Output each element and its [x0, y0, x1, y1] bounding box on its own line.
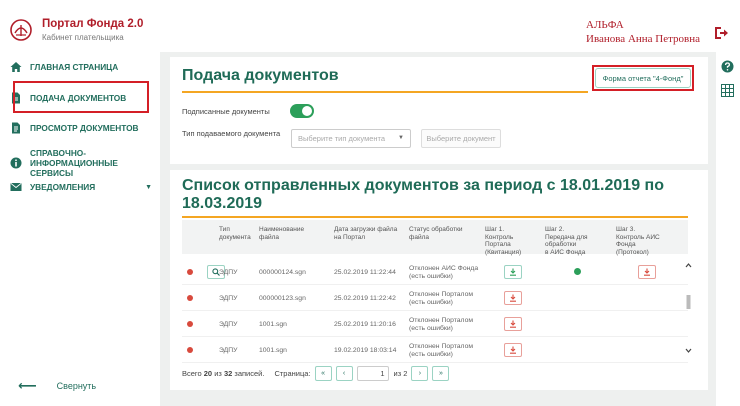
table-row[interactable]: ЭДПУ 1001.sgn 19.02.2019 18:03:14 Отклон…	[182, 337, 688, 363]
arrow-left-icon: ⟵	[18, 378, 37, 393]
cell-upload-date: 19.02.2019 18:03:14	[334, 347, 397, 354]
sidebar-item-notifications[interactable]: УВЕДОМЛЕНИЯ ▼	[10, 174, 158, 200]
chevron-down-icon: ▼	[398, 135, 404, 141]
column-header-step2: Шаг 2. Передача для обработки в АИС Фонда	[545, 226, 588, 256]
download-icon	[644, 268, 650, 276]
sidebar-item-view-documents[interactable]: ПРОСМОТР ДОКУМЕНТОВ	[10, 115, 158, 141]
download-receipt-button[interactable]	[504, 317, 522, 331]
signed-documents-label: Подписанные документы	[182, 107, 270, 116]
download-icon	[510, 294, 516, 302]
page-title: Подача документов	[182, 67, 339, 84]
info-icon	[10, 157, 22, 169]
logout-icon[interactable]	[713, 25, 729, 41]
pager-records: записей.	[234, 368, 265, 378]
sent-documents-panel: Список отправленных документов за период…	[170, 170, 708, 390]
pager-shown: 20	[203, 368, 213, 378]
header: Портал Фонда 2.0 Кабинет плательщика АЛЬ…	[0, 0, 740, 52]
pager-of: из	[214, 368, 222, 378]
cell-status: Отклонен Порталом (есть ошибки)	[409, 291, 474, 306]
cell-file-name: 000000124.sgn	[259, 269, 306, 276]
column-header-type: Тип документа	[219, 226, 251, 241]
first-page-button[interactable]: «	[314, 365, 332, 381]
choose-document-button[interactable]: Выберите документ	[421, 129, 501, 148]
highlight-frame-nav	[13, 81, 149, 113]
title-underline	[182, 216, 688, 218]
table-row[interactable]: ЭДПУ 1001.sgn 25.02.2019 11:20:16 Отклон…	[182, 311, 688, 337]
status-dot	[187, 269, 193, 275]
status-dot	[187, 347, 193, 353]
sidebar-item-label: УВЕДОМЛЕНИЯ	[30, 182, 96, 192]
download-icon	[510, 346, 516, 354]
document-view-icon	[12, 122, 20, 134]
help-icon[interactable]	[721, 60, 734, 73]
check-icon	[574, 268, 581, 275]
right-rail	[716, 52, 740, 406]
cell-type: ЭДПУ	[219, 269, 238, 276]
cell-type: ЭДПУ	[219, 321, 238, 328]
table-row[interactable]: ЭДПУ 000000123.sgn 25.02.2019 11:22:42 О…	[182, 285, 688, 311]
pagination: Всего 20 из 32 записей. Страница: « ‹ 1 …	[182, 364, 582, 382]
cell-status: Отклонен Порталом (есть ошибки)	[409, 317, 474, 332]
organization-name: АЛЬФА	[586, 19, 624, 31]
pager-of-pages: из 2	[393, 368, 408, 378]
download-receipt-button[interactable]	[504, 291, 522, 305]
table-scrollbar[interactable]	[685, 262, 692, 354]
brand-title: Портал Фонда 2.0	[42, 18, 144, 30]
home-icon	[10, 62, 22, 72]
sidebar-item-label: ГЛАВНАЯ СТРАНИЦА	[30, 62, 119, 72]
column-header-upload-date: Дата загрузки файла на Портал	[334, 226, 398, 241]
last-page-button[interactable]: »	[432, 365, 450, 381]
download-receipt-button[interactable]	[504, 265, 522, 279]
column-header-step3: Шаг 3. Контроль АИС Фонда (Протокол)	[616, 226, 660, 256]
document-type-label: Тип подаваемого документа	[182, 129, 281, 138]
signed-documents-toggle[interactable]	[290, 104, 314, 118]
document-type-placeholder: Выберите тип документа	[298, 134, 386, 143]
download-receipt-button[interactable]	[504, 343, 522, 357]
submit-documents-panel: Подача документов Форма отчета "4-Фонд" …	[170, 57, 708, 164]
prev-page-button[interactable]: ‹	[335, 365, 353, 381]
sidebar-item-label: ПРОСМОТР ДОКУМЕНТОВ	[30, 123, 139, 133]
cell-file-name: 1001.sgn	[259, 321, 287, 328]
column-header-step1: Шаг 1. Контроль Портала (Квитанция)	[485, 226, 522, 256]
collapse-label: Свернуть	[56, 381, 97, 391]
brand-subtitle: Кабинет плательщика	[42, 33, 124, 42]
toggle-knob	[302, 106, 312, 116]
cell-upload-date: 25.02.2019 11:22:42	[334, 295, 396, 302]
cell-type: ЭДПУ	[219, 347, 238, 354]
table-row[interactable]: ЭДПУ 000000124.sgn 25.02.2019 11:22:44 О…	[182, 259, 688, 285]
collapse-sidebar-button[interactable]: ⟵ Свернуть	[18, 378, 96, 394]
pager-total-prefix: Всего	[182, 368, 202, 378]
status-dot	[187, 321, 193, 327]
table-grid-icon[interactable]	[721, 84, 734, 97]
download-icon	[510, 320, 516, 328]
column-header-file-name: Наименование файла	[259, 226, 305, 241]
pager-page-label: Страница:	[274, 368, 311, 378]
download-protocol-button[interactable]	[638, 265, 656, 279]
page-number-input[interactable]: 1	[356, 365, 389, 381]
sent-documents-title: Список отправленных документов за период…	[182, 177, 664, 212]
cell-file-name: 1001.sgn	[259, 347, 287, 354]
status-dot	[187, 295, 193, 301]
column-header-status: Статус обработки файла	[409, 226, 463, 241]
cell-status: Отклонен АИС Фонда (есть ошибки)	[409, 265, 479, 280]
title-underline	[182, 91, 588, 93]
cell-upload-date: 25.02.2019 11:20:16	[334, 321, 396, 328]
cell-file-name: 000000123.sgn	[259, 295, 306, 302]
user-name[interactable]: Иванова Анна Петровна	[586, 33, 700, 45]
cell-type: ЭДПУ	[219, 295, 238, 302]
cell-status: Отклонен Порталом (есть ошибки)	[409, 343, 474, 358]
fund-logo-icon	[10, 19, 32, 41]
sidebar: ГЛАВНАЯ СТРАНИЦА ПОДАЧА ДОКУМЕНТОВ ПРОСМ…	[0, 52, 160, 406]
highlight-frame-report	[592, 65, 694, 91]
download-icon	[510, 268, 516, 276]
chevron-down-icon: ▼	[145, 183, 152, 191]
cell-upload-date: 25.02.2019 11:22:44	[334, 269, 396, 276]
pager-total: 32	[223, 368, 233, 378]
envelope-icon	[10, 182, 22, 191]
sidebar-item-home[interactable]: ГЛАВНАЯ СТРАНИЦА	[10, 54, 158, 80]
next-page-button[interactable]: ›	[411, 365, 429, 381]
document-type-select[interactable]: Выберите тип документа ▼	[291, 129, 411, 148]
